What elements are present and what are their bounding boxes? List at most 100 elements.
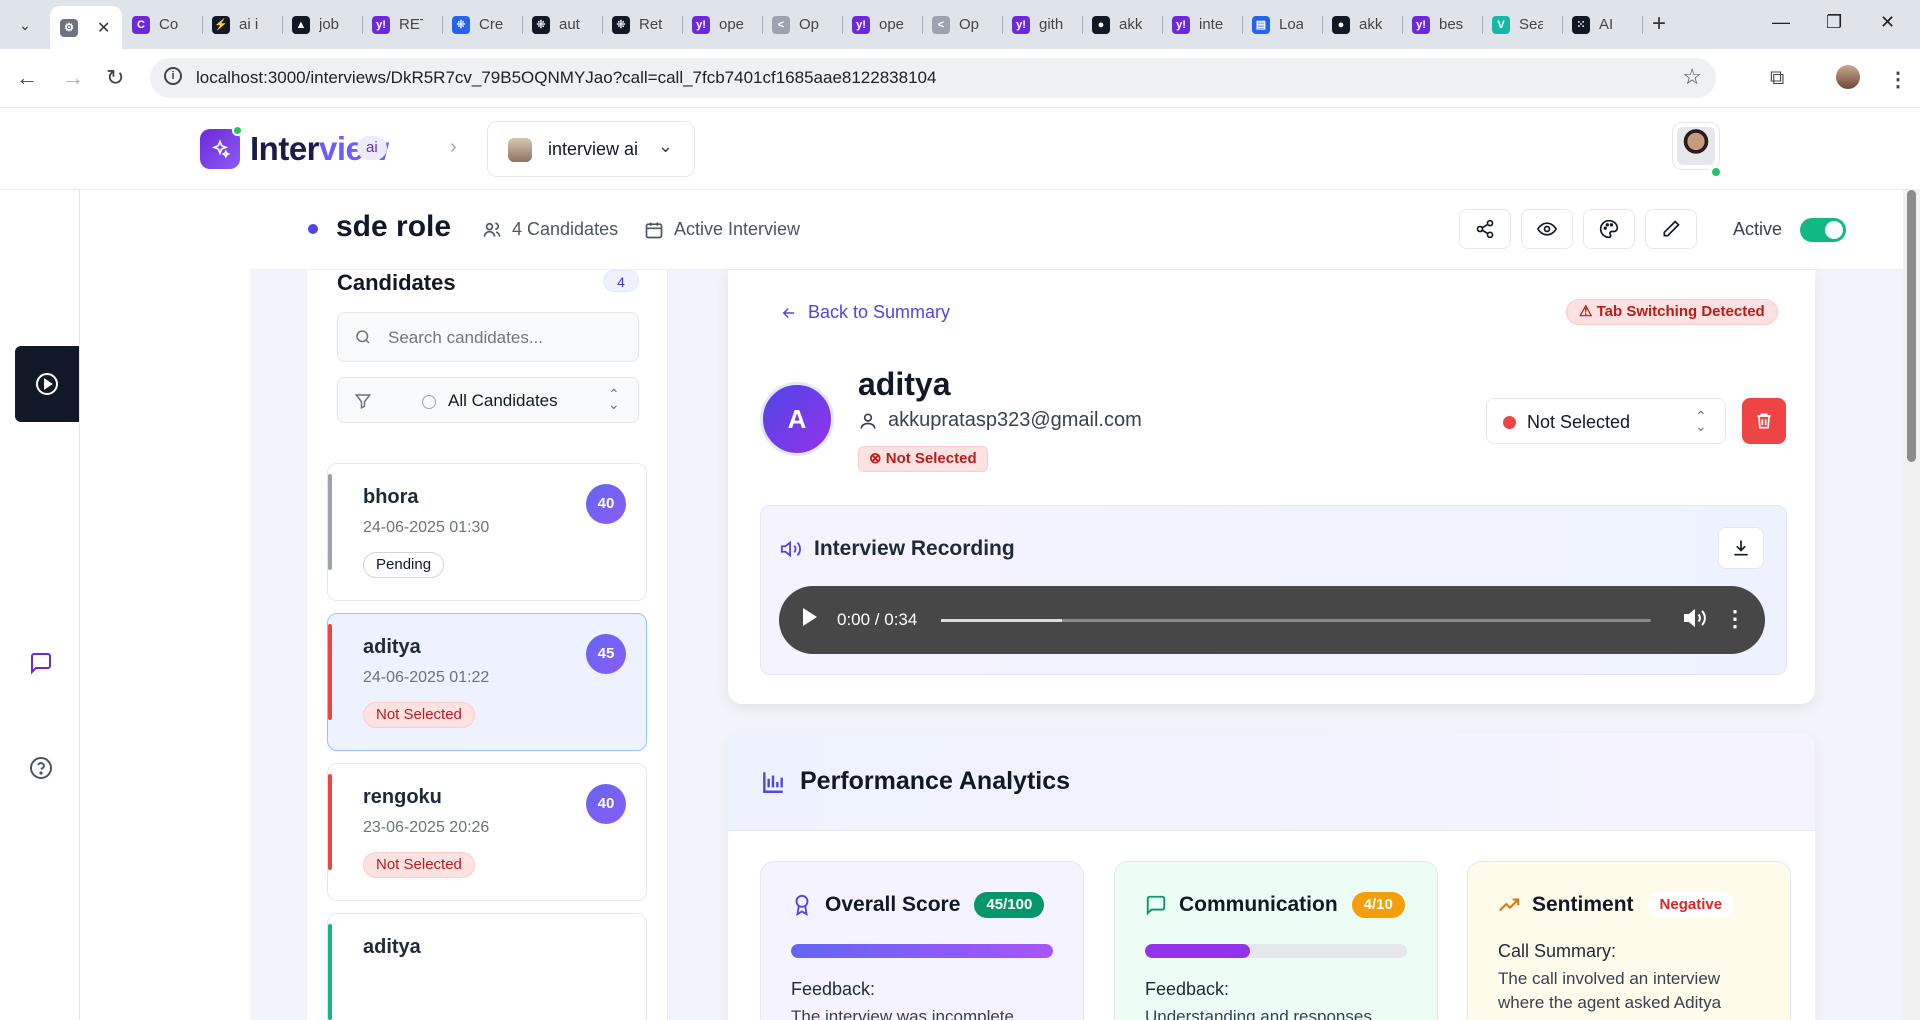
message-square-icon (1146, 895, 1166, 916)
candidates-meta-text: 4 Candidates (512, 219, 619, 239)
candidate-card[interactable]: bhora 24-06-2025 01:30 40 Pending (327, 463, 647, 601)
browser-tab-strip: ⌄ ⚙✕CCo⚡ai i▲joby!RET⁜Cre⁜aut⁜Rety!ope<O… (0, 0, 1920, 49)
candidates-count-badge: 4 (603, 270, 639, 292)
browser-tab[interactable]: y! gith (1002, 8, 1082, 41)
user-avatar[interactable] (1672, 122, 1720, 170)
rail-item-help[interactable] (28, 755, 54, 781)
warning-icon: ⚠ (1579, 303, 1597, 320)
site-info-icon[interactable]: i (164, 67, 182, 85)
audio-progress-fill (941, 619, 1062, 622)
metric-text: Understanding and responses... (1145, 1007, 1386, 1020)
reload-icon[interactable]: ↻ (106, 65, 124, 91)
restore-icon[interactable]: ❐ (1826, 12, 1842, 33)
status-select[interactable]: Not Selected ⌃ ⌄ (1486, 398, 1726, 444)
calendar-icon (645, 222, 663, 238)
more-options-icon[interactable]: ⋮ (1724, 606, 1746, 632)
metric-progress-fill (1145, 944, 1250, 958)
browser-tab[interactable]: ● akk (1322, 8, 1402, 41)
browser-tab[interactable]: y! inte (1162, 8, 1242, 41)
x-circle-icon: ⊗ (869, 450, 886, 467)
tab-favicon-icon: < (932, 15, 950, 34)
forward-icon[interactable]: → (62, 65, 84, 91)
back-icon[interactable]: ← (16, 65, 38, 91)
tab-label: RET (399, 16, 423, 33)
close-window-icon[interactable]: ✕ (1880, 12, 1895, 33)
interview-status-text: Active Interview (674, 219, 801, 239)
browser-tab[interactable]: ▲ job (282, 8, 362, 41)
chevron-updown-icon: ⌃ ⌄ (1695, 408, 1707, 434)
browser-tab[interactable]: y! ope (682, 8, 762, 41)
tab-favicon-icon: y! (1412, 15, 1430, 34)
user-online-dot (1710, 166, 1722, 178)
close-tab-icon[interactable]: ✕ (97, 18, 110, 38)
theme-button[interactable] (1583, 209, 1635, 249)
extensions-icon[interactable]: ⧉ (1770, 67, 1784, 90)
browser-tab[interactable]: V Sea (1482, 8, 1562, 41)
brand-badge: ai (357, 136, 387, 160)
tab-label: bes (1439, 16, 1463, 33)
browser-tab[interactable]: y! ope (842, 8, 922, 41)
browser-tab[interactable]: < Op (762, 8, 842, 41)
metric-card: Communication 4/10 Feedback: Understanding … (1114, 861, 1438, 1020)
candidate-search[interactable] (337, 312, 639, 362)
search-input[interactable] (388, 325, 628, 351)
candidate-card-name: aditya (363, 636, 421, 658)
download-recording-button[interactable] (1718, 527, 1764, 569)
audio-seek-bar[interactable] (941, 619, 1651, 622)
play-icon[interactable] (803, 608, 817, 626)
message-square-icon (31, 653, 51, 675)
org-switcher[interactable]: interview ai ⌄ (487, 121, 695, 177)
new-tab-icon[interactable]: + (1652, 10, 1666, 38)
status-dot (1503, 416, 1516, 429)
metric-badge: Negative (1647, 892, 1735, 918)
audio-player[interactable]: 0:00 / 0:34 ⋮ (779, 586, 1765, 654)
recording-title-text: Interview Recording (814, 537, 1015, 560)
page-scrollbar[interactable] (1903, 190, 1920, 1020)
share-button[interactable] (1459, 209, 1511, 249)
tab-search-icon[interactable]: ⌄ (12, 12, 38, 38)
org-name: interview ai (548, 139, 639, 159)
url-text[interactable]: localhost:3000/interviews/DkR5R7cv_79B5O… (196, 68, 936, 88)
metric-label: Feedback: (1145, 979, 1230, 999)
browser-tab[interactable]: C Co (122, 8, 202, 41)
bookmark-star-icon[interactable]: ☆ (1682, 64, 1702, 90)
award-icon (795, 894, 809, 916)
browser-menu-icon[interactable]: ⋮ (1888, 67, 1908, 92)
candidate-filter-select[interactable]: All Candidates ⌃ ⌄ (337, 377, 639, 423)
tab-label: aut (559, 16, 580, 33)
delete-candidate-button[interactable] (1742, 398, 1786, 444)
rail-item-chat[interactable] (28, 650, 54, 676)
preview-button[interactable] (1521, 209, 1573, 249)
browser-tab[interactable]: y! RET (362, 8, 442, 41)
minimize-icon[interactable]: — (1772, 12, 1790, 33)
browser-tab[interactable]: ⚙ ✕ (50, 6, 122, 49)
tab-label: Loa (1279, 16, 1303, 33)
browser-tab[interactable]: y! bes (1402, 8, 1482, 41)
candidate-card[interactable]: rengoku 23-06-2025 20:26 40 Not Selected (327, 763, 647, 901)
rail-item-interviews[interactable] (15, 346, 79, 422)
speaker-icon[interactable] (1683, 606, 1707, 630)
back-to-summary-link[interactable]: Back to Summary (780, 302, 950, 323)
metric-title: Communication (1179, 893, 1338, 916)
browser-profile-avatar[interactable] (1836, 65, 1860, 89)
candidate-card[interactable]: aditya (327, 913, 647, 1020)
browser-tab[interactable]: ▤ Loa (1242, 8, 1322, 41)
active-toggle[interactable] (1800, 218, 1846, 242)
url-field[interactable]: i localhost:3000/interviews/DkR5R7cv_79B… (150, 58, 1716, 98)
edit-button[interactable] (1645, 209, 1697, 249)
browser-tab[interactable]: < Op (922, 8, 1002, 41)
tab-favicon-icon: C (132, 15, 150, 34)
browser-tab[interactable]: ⁙ AI (1562, 8, 1642, 41)
browser-tab[interactable]: ⁜ Ret (602, 8, 682, 41)
browser-tab[interactable]: ● akk (1082, 8, 1162, 41)
browser-tab[interactable]: ⁜ aut (522, 8, 602, 41)
browser-tab[interactable]: ⚡ ai i (202, 8, 282, 41)
chevron-right-icon: › (450, 136, 457, 158)
brand-part1: Inter (250, 130, 320, 167)
candidate-card[interactable]: aditya 24-06-2025 01:22 45 Not Selected (327, 613, 647, 751)
tab-separator (1642, 16, 1643, 34)
chevron-down-icon: ⌄ (658, 136, 674, 156)
browser-tab[interactable]: ⁜ Cre (442, 8, 522, 41)
scrollbar-thumb[interactable] (1907, 190, 1916, 462)
recording-title: Interview Recording (780, 537, 1015, 561)
